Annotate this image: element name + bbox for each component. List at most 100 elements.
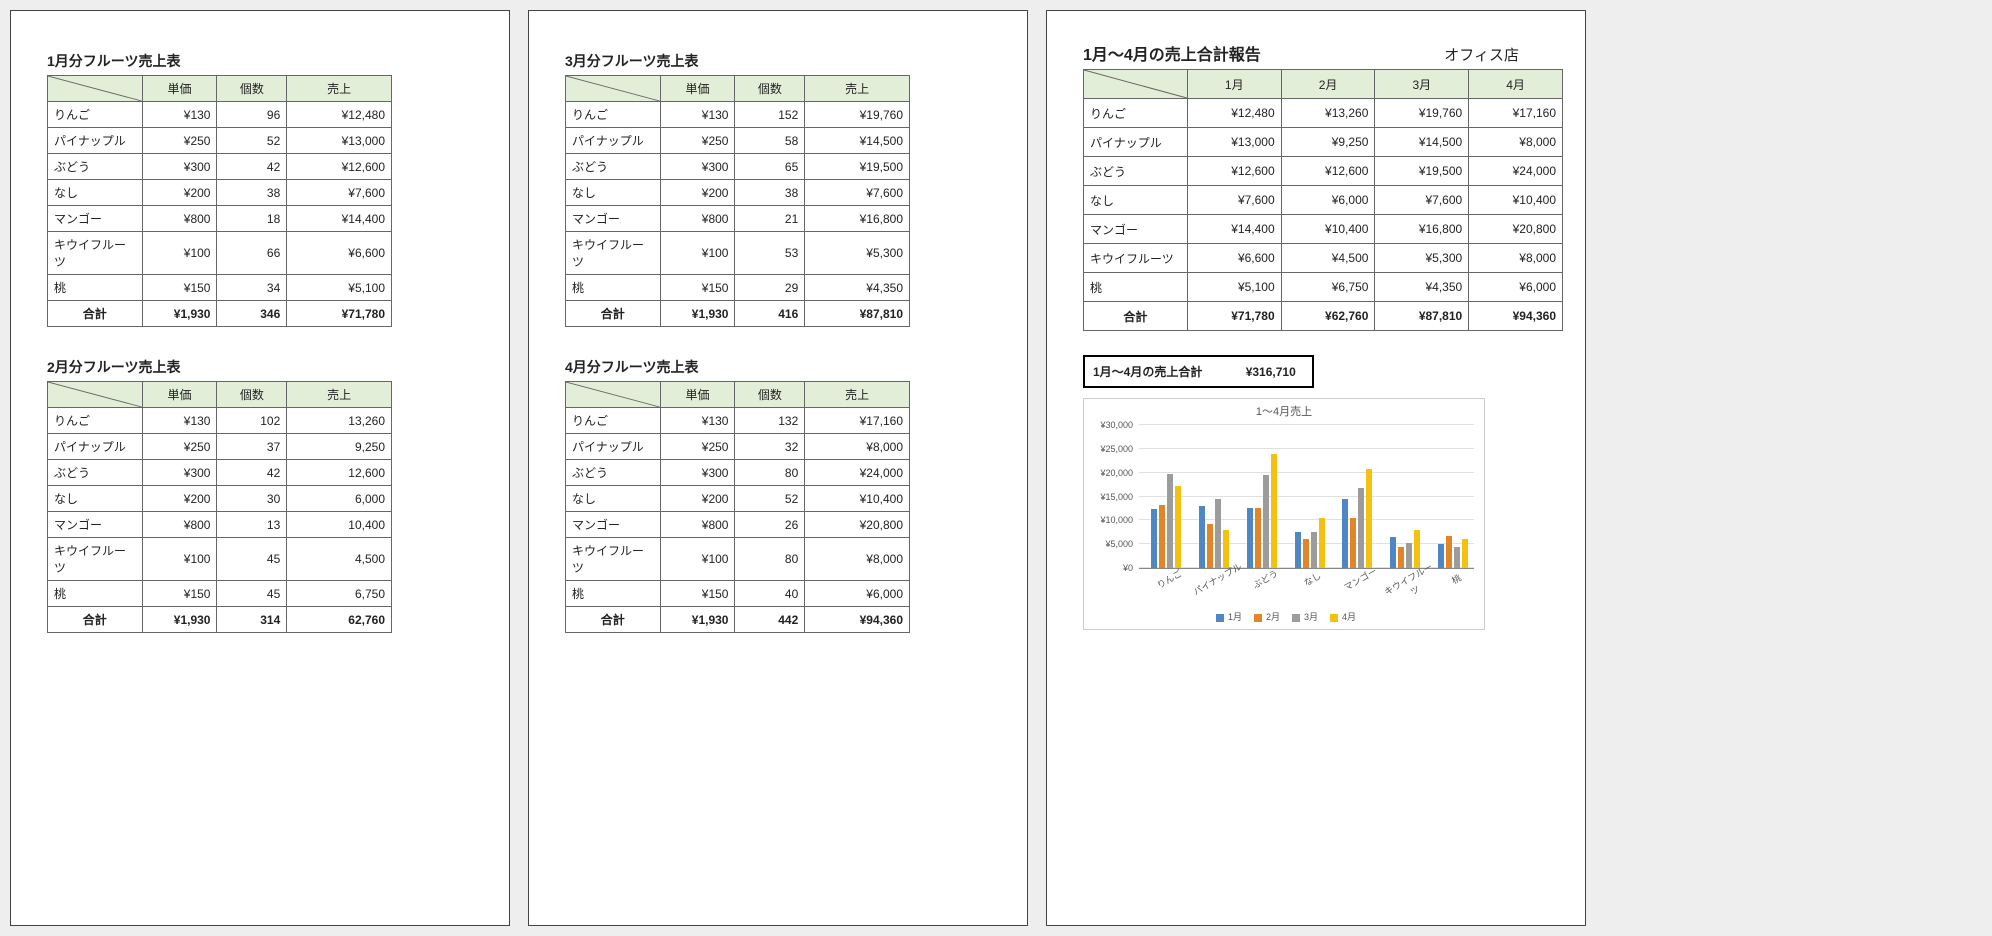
quantity: 32 <box>735 434 805 460</box>
month-amount: ¥7,600 <box>1375 186 1469 215</box>
month-amount: ¥6,000 <box>1469 273 1563 302</box>
sales-amount: 4,500 <box>287 538 392 581</box>
col-header: 売上 <box>805 76 910 102</box>
sales-amount: ¥7,600 <box>287 180 392 206</box>
legend-item: 1月 <box>1212 610 1242 623</box>
page-2: 3月分フルーツ売上表 単価個数売上りんご¥130152¥19,760パイナップル… <box>528 10 1028 926</box>
month-amount: ¥19,760 <box>1375 99 1469 128</box>
table-row: パイナップル¥13,000¥9,250¥14,500¥8,000 <box>1084 128 1563 157</box>
month-amount: ¥4,500 <box>1281 244 1375 273</box>
product-name: パイナップル <box>48 128 143 154</box>
legend-item: 3月 <box>1288 610 1318 623</box>
product-name: ぶどう <box>566 460 661 486</box>
quantity: 65 <box>735 154 805 180</box>
table-title: 3月分フルーツ売上表 <box>565 51 991 71</box>
sales-amount: ¥5,100 <box>287 275 392 301</box>
page-3: 1月～4月の売上合計報告 オフィス店 1月2月3月4月りんご¥12,480¥13… <box>1046 10 1586 926</box>
sales-amount: 13,260 <box>287 408 392 434</box>
table-row: マンゴー¥80026¥20,800 <box>566 512 910 538</box>
product-name: マンゴー <box>48 512 143 538</box>
bar <box>1398 547 1404 568</box>
table-row: パイナップル¥25052¥13,000 <box>48 128 392 154</box>
quantity: 34 <box>217 275 287 301</box>
product-name: パイナップル <box>566 434 661 460</box>
unit-price: ¥200 <box>660 486 735 512</box>
sales-table-apr: 単価個数売上りんご¥130132¥17,160パイナップル¥25032¥8,00… <box>565 381 910 633</box>
unit-price: ¥200 <box>142 180 217 206</box>
y-tick: ¥20,000 <box>1091 468 1133 478</box>
month-amount: ¥6,600 <box>1187 244 1281 273</box>
sales-amount: ¥12,600 <box>287 154 392 180</box>
sales-amount: ¥5,300 <box>805 232 910 275</box>
quantity: 45 <box>217 581 287 607</box>
corner-cell <box>566 382 661 408</box>
bar <box>1167 474 1173 568</box>
bar <box>1303 539 1309 568</box>
legend-swatch <box>1254 614 1262 622</box>
product-name: ぶどう <box>48 154 143 180</box>
sales-chart: 1～4月売上 ¥0¥5,000¥10,000¥15,000¥20,000¥25,… <box>1083 398 1485 630</box>
unit-price: ¥800 <box>660 512 735 538</box>
quantity: 38 <box>217 180 287 206</box>
unit-price: ¥200 <box>142 486 217 512</box>
product-name: キウイフルーツ <box>566 232 661 275</box>
table-row: パイナップル¥250379,250 <box>48 434 392 460</box>
product-name: 桃 <box>1084 273 1188 302</box>
table-row: パイナップル¥25032¥8,000 <box>566 434 910 460</box>
product-name: キウイフルーツ <box>48 232 143 275</box>
quantity: 13 <box>217 512 287 538</box>
table-row: 桃¥15040¥6,000 <box>566 581 910 607</box>
month-amount: ¥8,000 <box>1469 128 1563 157</box>
legend-item: 2月 <box>1250 610 1280 623</box>
month-amount: ¥12,600 <box>1281 157 1375 186</box>
unit-price: ¥130 <box>660 102 735 128</box>
quantity: 21 <box>735 206 805 232</box>
quantity: 96 <box>217 102 287 128</box>
summary-table: 1月2月3月4月りんご¥12,480¥13,260¥19,760¥17,160パ… <box>1083 69 1563 331</box>
unit-price: ¥130 <box>142 102 217 128</box>
y-tick: ¥30,000 <box>1091 420 1133 430</box>
product-name: パイナップル <box>48 434 143 460</box>
sales-table-feb: 単価個数売上りんご¥13010213,260パイナップル¥250379,250ぶ… <box>47 381 392 633</box>
month-amount: ¥9,250 <box>1281 128 1375 157</box>
quantity: 102 <box>217 408 287 434</box>
sales-amount: ¥16,800 <box>805 206 910 232</box>
product-name: なし <box>566 486 661 512</box>
unit-price: ¥250 <box>142 434 217 460</box>
table-row: ぶどう¥30042¥12,600 <box>48 154 392 180</box>
unit-price: ¥300 <box>660 460 735 486</box>
bar <box>1255 508 1261 568</box>
quantity: 52 <box>735 486 805 512</box>
sales-amount: 9,250 <box>287 434 392 460</box>
chart-legend: 1月2月3月4月 <box>1084 610 1484 623</box>
bar <box>1159 505 1165 568</box>
sales-amount: ¥19,500 <box>805 154 910 180</box>
col-header: 売上 <box>805 382 910 408</box>
product-name: なし <box>1084 186 1188 215</box>
sales-amount: ¥6,600 <box>287 232 392 275</box>
corner-cell <box>48 76 143 102</box>
grand-total-box: 1月～4月の売上合計 ¥316,710 <box>1083 355 1314 388</box>
table-title: 4月分フルーツ売上表 <box>565 357 991 377</box>
unit-price: ¥250 <box>660 434 735 460</box>
bar <box>1215 499 1221 568</box>
bar <box>1295 532 1301 568</box>
unit-price: ¥150 <box>660 581 735 607</box>
unit-price: ¥150 <box>142 581 217 607</box>
month-amount: ¥12,600 <box>1187 157 1281 186</box>
corner-cell <box>566 76 661 102</box>
product-name: りんご <box>566 408 661 434</box>
unit-price: ¥200 <box>660 180 735 206</box>
table-row: なし¥20052¥10,400 <box>566 486 910 512</box>
col-header: 4月 <box>1469 70 1563 99</box>
y-tick: ¥25,000 <box>1091 444 1133 454</box>
unit-price: ¥300 <box>142 154 217 180</box>
sales-amount: 6,000 <box>287 486 392 512</box>
month-amount: ¥12,480 <box>1187 99 1281 128</box>
table-row: りんご¥13010213,260 <box>48 408 392 434</box>
product-name: なし <box>566 180 661 206</box>
product-name: なし <box>48 180 143 206</box>
product-name: マンゴー <box>566 512 661 538</box>
unit-price: ¥150 <box>142 275 217 301</box>
quantity: 37 <box>217 434 287 460</box>
